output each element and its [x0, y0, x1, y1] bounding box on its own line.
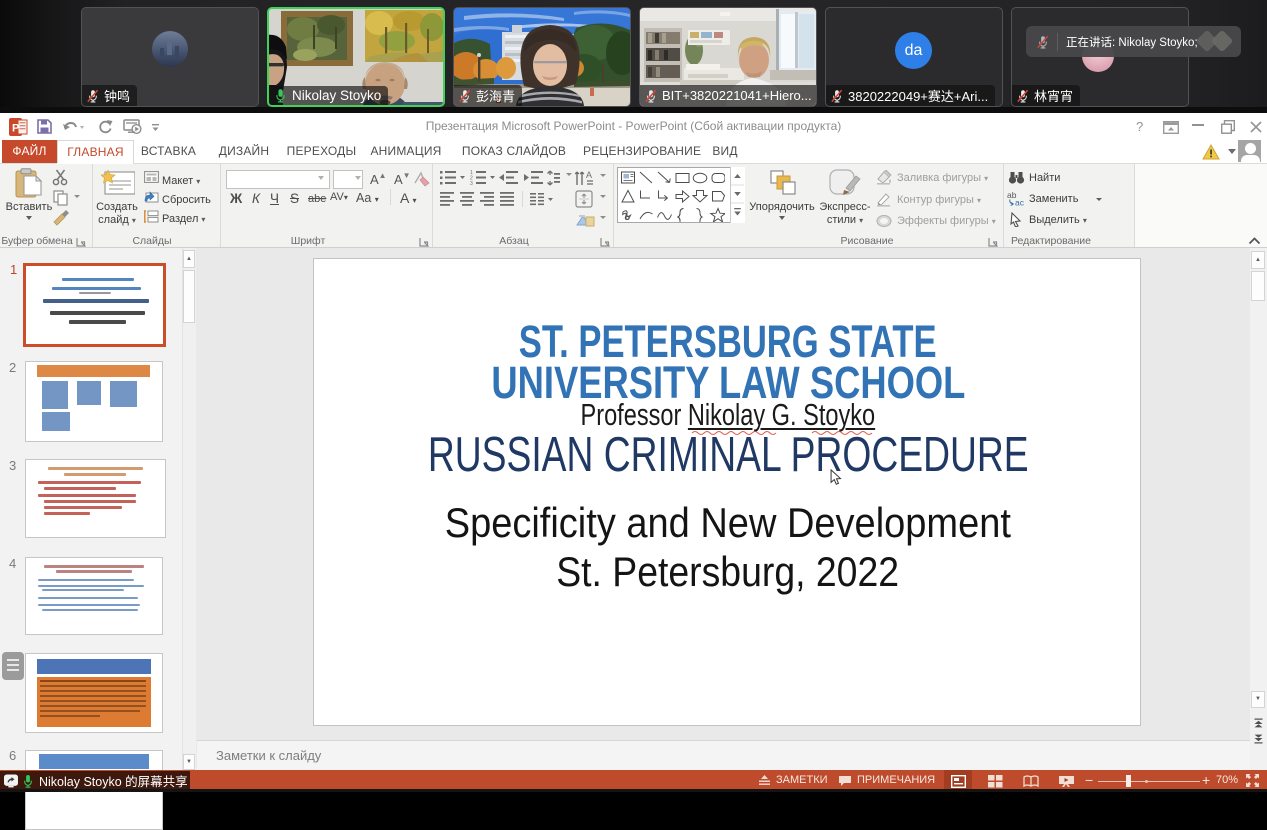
svg-text:3: 3: [470, 181, 473, 186]
svg-text:ac: ac: [1015, 198, 1025, 207]
svg-text:A: A: [586, 170, 592, 180]
